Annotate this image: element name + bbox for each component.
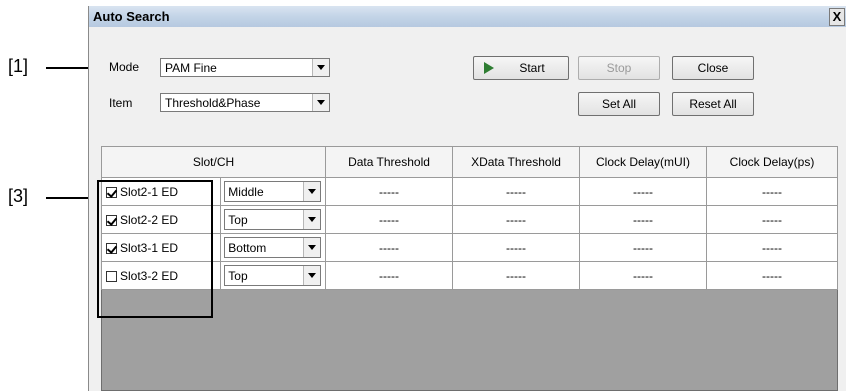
position-dropdown-button[interactable]	[303, 182, 321, 201]
chevron-down-icon	[308, 217, 317, 222]
col-header-clock-delay-mui: Clock Delay(mUI)	[579, 146, 707, 178]
clock-delay-mui-cell[interactable]: -----	[579, 261, 707, 290]
callout-3: [3]	[8, 186, 29, 206]
col-header-xdata-threshold: XData Threshold	[452, 146, 580, 178]
clock-delay-ps-cell[interactable]: -----	[706, 261, 838, 290]
chevron-down-icon	[317, 100, 325, 105]
play-icon	[484, 62, 494, 74]
clock-delay-ps-cell[interactable]: -----	[706, 177, 838, 206]
mode-value: PAM Fine	[165, 61, 217, 75]
position-value: Top	[228, 213, 248, 227]
mode-dropdown-button[interactable]	[312, 59, 329, 76]
title-bar: Auto Search X	[89, 6, 846, 27]
col-header-data-threshold: Data Threshold	[325, 146, 453, 178]
close-button[interactable]: Close	[672, 56, 754, 80]
item-value: Threshold&Phase	[165, 96, 261, 110]
mode-select[interactable]: PAM Fine	[160, 58, 330, 77]
position-value: Bottom	[228, 241, 267, 255]
xdata-threshold-cell[interactable]: -----	[452, 205, 580, 234]
data-threshold-cell[interactable]: -----	[325, 205, 453, 234]
chevron-down-icon	[308, 245, 317, 250]
position-dropdown-button[interactable]	[303, 266, 321, 285]
position-select[interactable]: Middle	[224, 181, 322, 202]
chevron-down-icon	[308, 273, 317, 278]
start-button[interactable]: Start	[473, 56, 569, 80]
position-dropdown-button[interactable]	[303, 210, 321, 229]
callout-3-arrow-line	[46, 197, 91, 199]
chevron-down-icon	[317, 65, 325, 70]
table-header-row: Slot/CH Data Threshold XData Threshold C…	[101, 146, 838, 178]
position-value: Top	[228, 269, 248, 283]
position-cell: Middle	[219, 177, 327, 206]
clock-delay-mui-cell[interactable]: -----	[579, 233, 707, 262]
mode-label: Mode	[109, 60, 140, 74]
position-cell: Top	[219, 261, 327, 290]
xdata-threshold-cell[interactable]: -----	[452, 261, 580, 290]
position-select[interactable]: Top	[224, 265, 322, 286]
item-label: Item	[109, 96, 133, 110]
clock-delay-mui-cell[interactable]: -----	[579, 205, 707, 234]
xdata-threshold-cell[interactable]: -----	[452, 233, 580, 262]
reset-all-button[interactable]: Reset All	[672, 92, 754, 116]
clock-delay-ps-cell[interactable]: -----	[706, 205, 838, 234]
item-dropdown-button[interactable]	[312, 94, 329, 111]
position-select[interactable]: Bottom	[224, 237, 322, 258]
chevron-down-icon	[308, 189, 317, 194]
stop-button[interactable]: Stop	[578, 56, 660, 80]
slot-highlight-box	[97, 180, 213, 318]
col-header-clock-delay-ps: Clock Delay(ps)	[706, 146, 838, 178]
position-value: Middle	[228, 185, 264, 199]
position-cell: Bottom	[219, 233, 327, 262]
clock-delay-mui-cell[interactable]: -----	[579, 177, 707, 206]
item-select[interactable]: Threshold&Phase	[160, 93, 330, 112]
position-cell: Top	[219, 205, 327, 234]
data-threshold-cell[interactable]: -----	[325, 177, 453, 206]
clock-delay-ps-cell[interactable]: -----	[706, 233, 838, 262]
position-select[interactable]: Top	[224, 209, 322, 230]
close-window-button[interactable]: X	[829, 8, 845, 26]
xdata-threshold-cell[interactable]: -----	[452, 177, 580, 206]
set-all-button[interactable]: Set All	[578, 92, 660, 116]
data-threshold-cell[interactable]: -----	[325, 261, 453, 290]
callout-1: [1]	[8, 56, 29, 76]
data-threshold-cell[interactable]: -----	[325, 233, 453, 262]
start-button-label: Start	[519, 61, 545, 75]
col-header-slot-ch: Slot/CH	[101, 146, 326, 178]
position-dropdown-button[interactable]	[303, 238, 321, 257]
window-title: Auto Search	[93, 9, 170, 24]
